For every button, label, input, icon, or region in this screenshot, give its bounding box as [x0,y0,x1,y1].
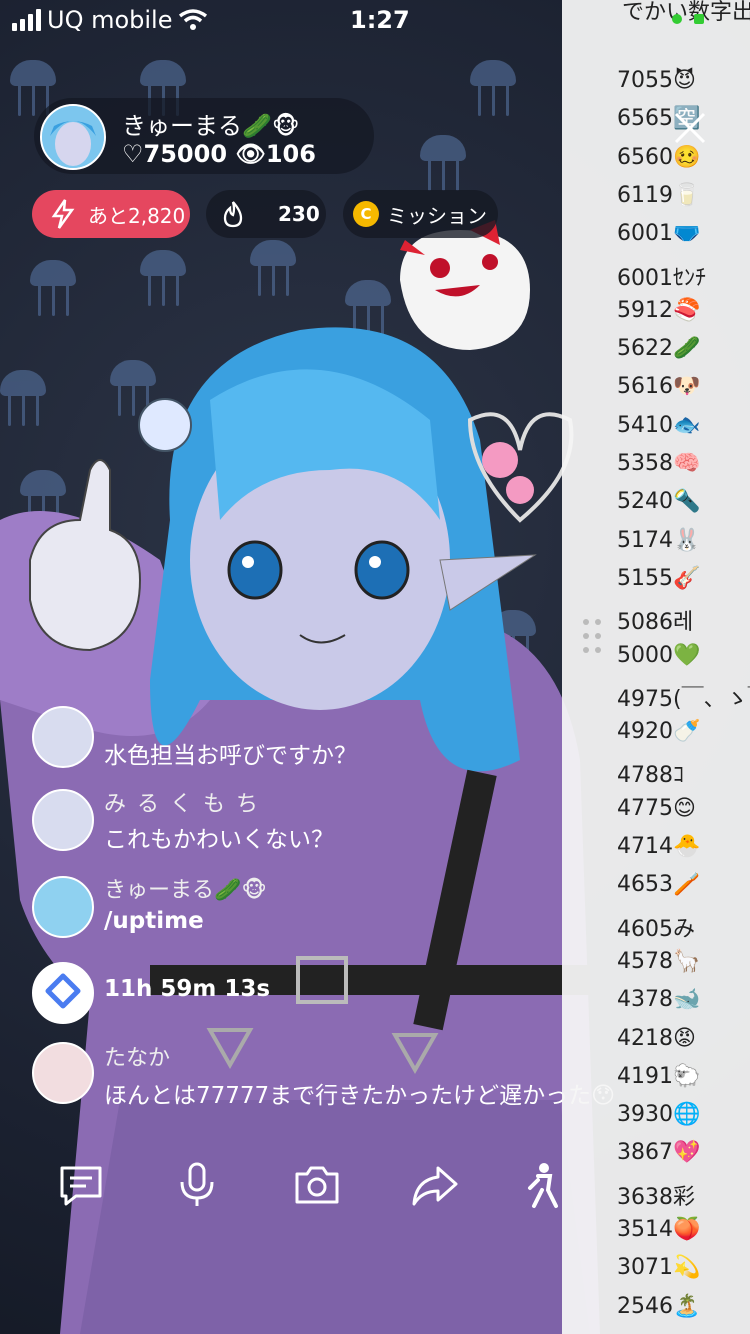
ranking-row: 4191🐑 [617,1063,701,1089]
ranking-row: 3638彩 [617,1184,695,1210]
chat-message: 11h 59m 13s [104,976,271,1002]
host-profile-card[interactable]: きゅーまる🥒🐵 ♡75000 👁106 [34,98,374,174]
clock: 1:27 [350,6,410,34]
ranking-row: 4975(￣、ゝ￣ [617,686,750,712]
ranking-row: 5240🔦 [617,489,701,515]
chat-avatar [32,706,94,768]
chat-message: これもかわいくない？ [104,827,334,853]
ranking-row: 4653🪥 [617,872,701,898]
ranking-row: 5912🍣 [617,297,701,323]
comment-icon[interactable] [56,1160,106,1210]
remaining-points-label: あと2,820 [88,203,186,228]
chat-username: たなか [104,1046,171,1071]
ranking-row: 7055😈 [617,68,696,93]
ranking-row: 2546🏝️ [617,1293,701,1319]
mission-button[interactable]: C ミッション [343,190,498,238]
ranking-row: 4714🐣 [617,834,701,859]
chat-message: /uptime [104,908,204,934]
mission-label: ミッション [387,203,487,228]
fire-count-badge[interactable]: 230 [206,190,326,238]
ranking-row: 6001🩲 [617,221,701,247]
bot-avatar [32,962,94,1024]
ranking-row: 5086레 [617,610,694,636]
ranking-row: 5616🐶 [617,374,701,400]
ranking-row: 4218😡 [617,1025,696,1051]
fire-count: 230 [278,202,320,226]
ranking-row: 3071💫 [617,1255,701,1281]
ranking-row: 5410🐟 [617,412,701,438]
remaining-points-badge[interactable]: あと2,820 [32,190,190,238]
ranking-row: 4788ｺ [617,763,684,789]
ranking-row: 4378🐋 [617,987,701,1013]
chat-avatar [32,1042,94,1104]
status-bar: UQ mobile 1:27 [0,0,562,44]
ranking-row: 5155🎸 [617,565,701,591]
fire-icon [223,201,243,228]
ranking-row: 4578🦙 [617,948,701,974]
chat-avatar [32,789,94,851]
chat-username: きゅーまる🥒🐵 [104,878,267,903]
host-name: きゅーまる🥒🐵 [122,112,300,140]
likes-count: ♡75000 [122,140,228,168]
ranking-row: 4605み [617,916,695,942]
ranking-panel[interactable]: でかい数字出 7055😈 6565🈳 6560🥴 6119🥛 6001🩲 6001ｾﾝﾁ 5… [562,0,750,1334]
host-avatar[interactable] [40,104,106,170]
status-dot [672,14,682,24]
ranking-row: 4775😊 [617,795,696,821]
drag-handle-icon[interactable] [580,616,604,656]
chat-username: み る く も ち [104,792,260,817]
ranking-row: 6560🥴 [617,144,701,170]
coin-icon: C [353,201,379,227]
camera-icon[interactable] [292,1160,342,1210]
chat-message: 水色担当お呼びですか？ [104,743,357,769]
bottom-toolbar [0,1160,560,1220]
ranking-row: 6001ｾﾝﾁ [617,265,706,291]
carrier-info: UQ mobile [12,6,208,34]
chat-message: ほんとは77777まで行きたかったけど遅かった😯 [104,1083,616,1109]
bot-logo-icon [45,973,81,1009]
lightning-icon [51,199,75,229]
close-icon[interactable] [672,110,708,146]
host-stats: ♡75000 👁106 [122,140,316,168]
status-dot [694,14,704,24]
ranking-row: 5358🧠 [617,451,701,476]
viewer-count: 👁106 [235,140,316,168]
share-icon[interactable] [410,1160,460,1210]
microphone-icon[interactable] [172,1160,222,1210]
ranking-row: 5000💚 [617,642,701,668]
ranking-row: 5622🥒 [617,336,701,362]
ranking-row: 4920🍼 [617,719,701,745]
ranking-row: 6119🥛 [617,182,701,208]
ranking-row: 5174🐰 [617,527,701,553]
ranking-row: 3867💖 [617,1140,701,1166]
ranking-row: 3930🌐 [617,1102,701,1128]
carrier-name: UQ mobile [47,6,173,34]
panel-title: でかい数字出 [622,0,750,25]
wifi-icon [179,9,208,30]
signal-icon [12,9,41,31]
chat-avatar [32,876,94,938]
ranking-row: 3514🍑 [617,1217,701,1242]
